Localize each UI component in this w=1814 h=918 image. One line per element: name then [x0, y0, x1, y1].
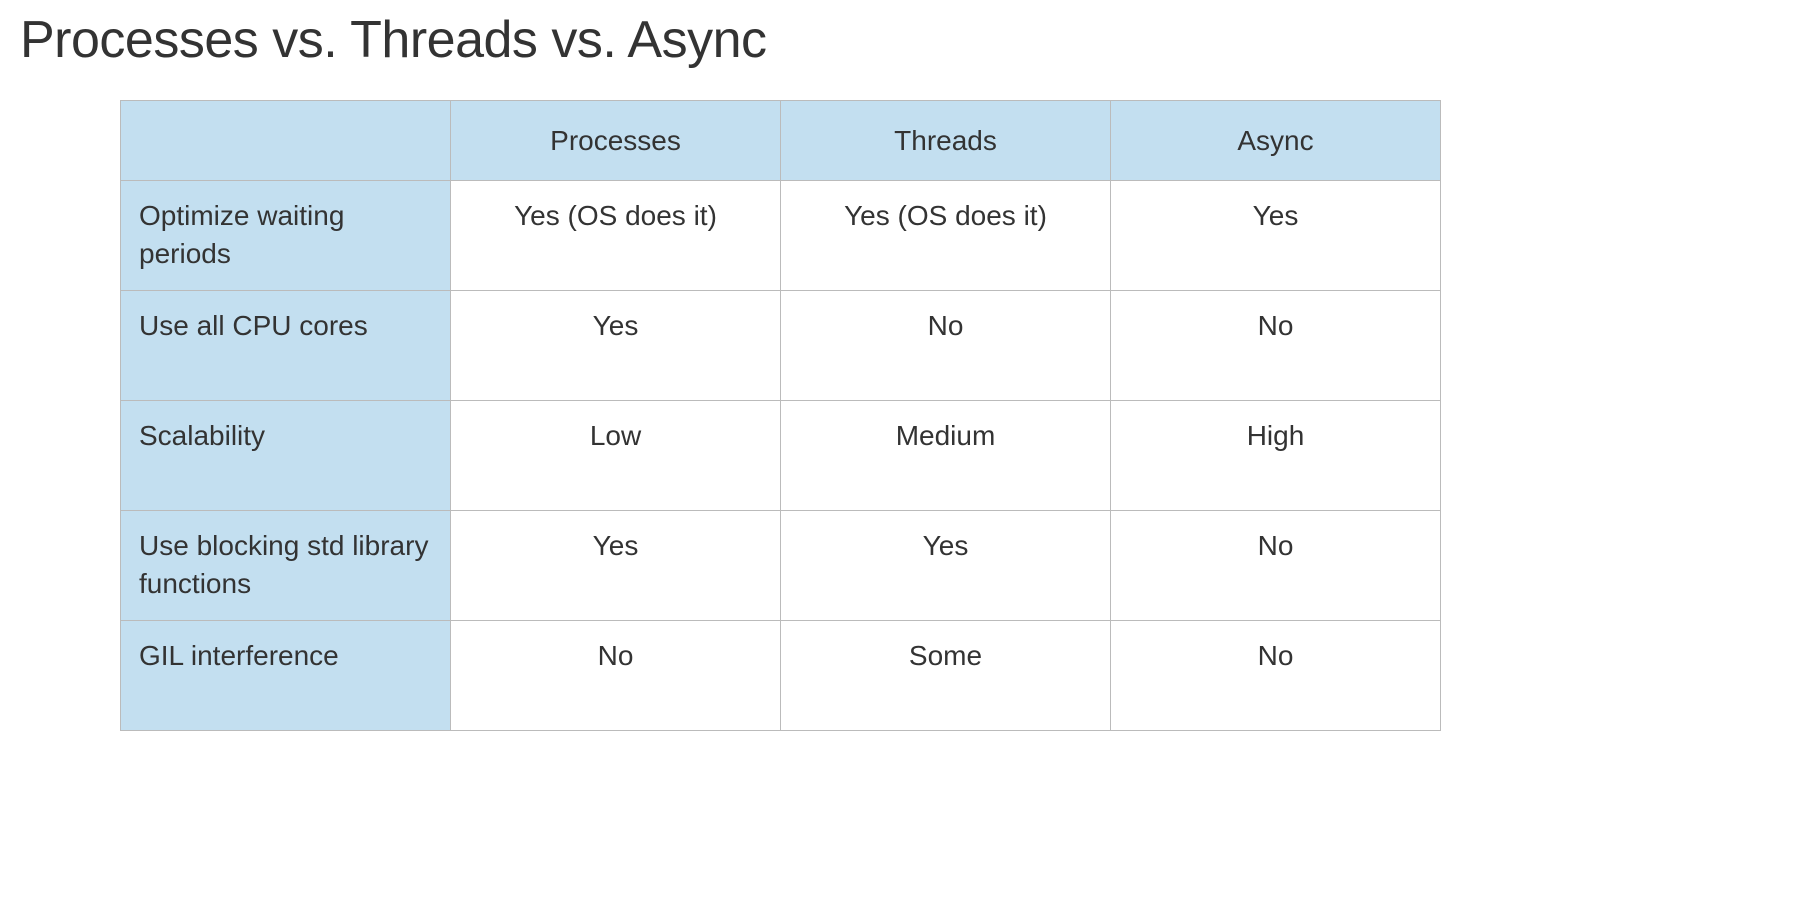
row-label-blocking-std: Use blocking std library functions: [121, 511, 451, 621]
cell: Low: [451, 401, 781, 511]
table-row: Optimize waiting periods Yes (OS does it…: [121, 181, 1441, 291]
table-header-processes: Processes: [451, 101, 781, 181]
cell: No: [781, 291, 1111, 401]
cell: Yes: [451, 291, 781, 401]
page-title: Processes vs. Threads vs. Async: [20, 10, 1794, 70]
cell: No: [1111, 621, 1441, 731]
table-row: Use blocking std library functions Yes Y…: [121, 511, 1441, 621]
table-row: Scalability Low Medium High: [121, 401, 1441, 511]
cell: No: [451, 621, 781, 731]
row-label-gil: GIL interference: [121, 621, 451, 731]
cell: Yes (OS does it): [451, 181, 781, 291]
cell: No: [1111, 511, 1441, 621]
table-header-async: Async: [1111, 101, 1441, 181]
cell: Yes (OS does it): [781, 181, 1111, 291]
comparison-table: Processes Threads Async Optimize waiting…: [120, 100, 1441, 731]
cell: Yes: [781, 511, 1111, 621]
table-row: Use all CPU cores Yes No No: [121, 291, 1441, 401]
table-row: GIL interference No Some No: [121, 621, 1441, 731]
cell: Yes: [1111, 181, 1441, 291]
cell: High: [1111, 401, 1441, 511]
cell: Yes: [451, 511, 781, 621]
cell: Some: [781, 621, 1111, 731]
row-label-cpu-cores: Use all CPU cores: [121, 291, 451, 401]
table-header-corner: [121, 101, 451, 181]
row-label-optimize-waiting: Optimize waiting periods: [121, 181, 451, 291]
cell: No: [1111, 291, 1441, 401]
table-header-row: Processes Threads Async: [121, 101, 1441, 181]
cell: Medium: [781, 401, 1111, 511]
table-header-threads: Threads: [781, 101, 1111, 181]
row-label-scalability: Scalability: [121, 401, 451, 511]
comparison-table-wrap: Processes Threads Async Optimize waiting…: [20, 100, 1794, 731]
